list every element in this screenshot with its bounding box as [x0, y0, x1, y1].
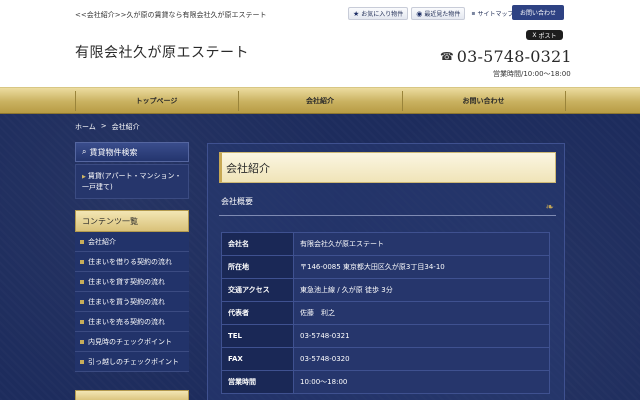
breadcrumb-separator: >: [100, 122, 107, 130]
table-row: TEL 03-5748-0321: [221, 324, 550, 348]
row-value: 東急池上線 / 久が原 徒歩 3分: [293, 278, 550, 302]
square-bullet-icon: [80, 279, 84, 284]
sitemap-label: サイトマップ: [477, 11, 514, 18]
sidebar-item-label: 内見時のチェックポイント: [88, 337, 172, 346]
site-title[interactable]: 有限会社久が原エステート: [75, 42, 249, 62]
table-row: 会社名 有限会社久が原エステート: [221, 232, 550, 256]
row-value: 10:00～18:00: [293, 370, 550, 394]
search-icon: ⌕: [82, 147, 87, 156]
contact-button[interactable]: お問い合わせ: [512, 5, 564, 20]
sidebar-item-viewing-check[interactable]: 内見時のチェックポイント: [75, 332, 189, 352]
favorites-link[interactable]: ★ お気に入り物件: [348, 7, 409, 20]
page-title: 会社紹介: [219, 152, 556, 183]
row-key: 代表者: [221, 301, 294, 325]
sidebar-item-moving-check[interactable]: 引っ越しのチェックポイント: [75, 352, 189, 372]
sidebar-item-label: 住まいを貸す契約の流れ: [88, 277, 165, 286]
eye-icon: ◉: [416, 9, 423, 18]
site-header: <<会社紹介>>久が原の賃貸なら有限会社久が原エステート 有限会社久が原エステー…: [0, 0, 640, 87]
search-heading-label: 賃貸物件検索: [89, 147, 138, 157]
section-heading-label: 会社概要: [221, 197, 253, 206]
nav-item-contact[interactable]: お問い合わせ: [402, 88, 565, 114]
favorites-label: お気に入り物件: [361, 11, 404, 18]
table-row: FAX 03-5748-0320: [221, 347, 550, 371]
row-value: 〒146-0085 東京都大田区久が原3丁目34-10: [293, 255, 550, 279]
nav-item-top[interactable]: トップページ: [75, 88, 238, 114]
main-area: ホーム > 会社紹介 ⌕ 賃貸物件検索 ▶ 賃貸(アパート・マンション・一戸建て)…: [0, 114, 640, 400]
row-key: 所在地: [221, 255, 294, 279]
business-hours: 営業時間/10:00～18:00: [493, 70, 571, 78]
post-button[interactable]: X ポスト: [526, 30, 563, 40]
sidebar-item-rent-flow[interactable]: 住まいを借りる契約の流れ: [75, 252, 189, 272]
search-rental-link[interactable]: 賃貸(アパート・マンション・一戸建て): [82, 172, 181, 191]
square-bullet-icon: [80, 339, 84, 344]
square-bullet-icon: [80, 239, 84, 244]
sidebar-item-label: 住まいを買う契約の流れ: [88, 297, 165, 306]
row-key: FAX: [221, 347, 294, 371]
sidebar-item-label: 住まいを売る契約の流れ: [88, 317, 165, 326]
flourish-icon: ❧: [545, 202, 554, 213]
post-label: ポスト: [538, 32, 557, 40]
row-key: 会社名: [221, 232, 294, 256]
contents-heading: コンテンツ一覧: [75, 210, 189, 232]
x-logo-icon: X: [532, 31, 537, 39]
sidebar-item-lease-flow[interactable]: 住まいを貸す契約の流れ: [75, 272, 189, 292]
row-value: 03-5748-0320: [293, 347, 550, 371]
breadcrumb-home[interactable]: ホーム: [75, 122, 96, 132]
square-bullet-icon: [80, 319, 84, 324]
sidebar-item-label: 会社紹介: [88, 237, 116, 246]
row-value: 有限会社久が原エステート: [293, 232, 550, 256]
breadcrumb-current: 会社紹介: [111, 123, 140, 131]
nav-item-company[interactable]: 会社紹介: [238, 88, 402, 114]
row-key: TEL: [221, 324, 294, 348]
row-key: 交通アクセス: [221, 278, 294, 302]
sitemap-link[interactable]: ▪ サイトマップ: [471, 9, 513, 18]
sidebar-item-buy-flow[interactable]: 住まいを買う契約の流れ: [75, 292, 189, 312]
square-bullet-icon: [80, 359, 84, 364]
sitemap-icon: ▪: [471, 10, 476, 17]
row-value: 03-5748-0321: [293, 324, 550, 348]
sidebar-item-label: 引っ越しのチェックポイント: [88, 357, 179, 366]
nav-divider: [565, 91, 566, 111]
recent-label: 最近見た物件: [424, 11, 461, 18]
company-info-table: 会社名 有限会社久が原エステート 所在地 〒146-0085 東京都大田区久が原3丁…: [221, 232, 550, 394]
table-row: 所在地 〒146-0085 東京都大田区久が原3丁目34-10: [221, 255, 550, 279]
square-bullet-icon: [80, 259, 84, 264]
recent-link[interactable]: ◉ 最近見た物件: [411, 7, 466, 20]
sidebar-item-label: 住まいを借りる契約の流れ: [88, 257, 172, 266]
table-row: 営業時間 10:00～18:00: [221, 370, 550, 394]
search-box: ▶ 賃貸(アパート・マンション・一戸建て): [75, 164, 189, 199]
triangle-icon: ▶: [82, 174, 86, 180]
breadcrumb: ホーム > 会社紹介: [75, 122, 140, 132]
sidebar-item-sell-flow[interactable]: 住まいを売る契約の流れ: [75, 312, 189, 332]
content-panel: 会社紹介 会社概要 ❧ 会社名 有限会社久が原エステート 所在地 〒146-0085…: [207, 143, 565, 400]
header-tagline: <<会社紹介>>久が原の賃貸なら有限会社久が原エステート: [75, 11, 267, 19]
phone-icon: ☎: [440, 50, 454, 63]
square-bullet-icon: [80, 299, 84, 304]
sidebar-item-company[interactable]: 会社紹介: [75, 232, 189, 252]
row-key: 営業時間: [221, 370, 294, 394]
contents-list: 会社紹介 住まいを借りる契約の流れ 住まいを貸す契約の流れ 住まいを買う契約の流…: [75, 232, 189, 372]
search-heading: ⌕ 賃貸物件検索: [75, 142, 189, 162]
star-icon: ★: [353, 9, 360, 18]
section-heading: 会社概要 ❧: [219, 196, 556, 216]
row-value: 佐藤 利之: [293, 301, 550, 325]
table-row: 代表者 佐藤 利之: [221, 301, 550, 325]
phone-text: 03-5748-0321: [456, 47, 572, 66]
phone-number: ☎ 03-5748-0321: [440, 47, 572, 66]
table-row: 交通アクセス 東急池上線 / 久が原 徒歩 3分: [221, 278, 550, 302]
top-links: ★ お気に入り物件 ◉ 最近見た物件 ▪ サイトマップ: [348, 7, 514, 20]
sidebar-next-heading: [75, 390, 189, 400]
main-nav: トップページ 会社紹介 お問い合わせ: [0, 87, 640, 114]
